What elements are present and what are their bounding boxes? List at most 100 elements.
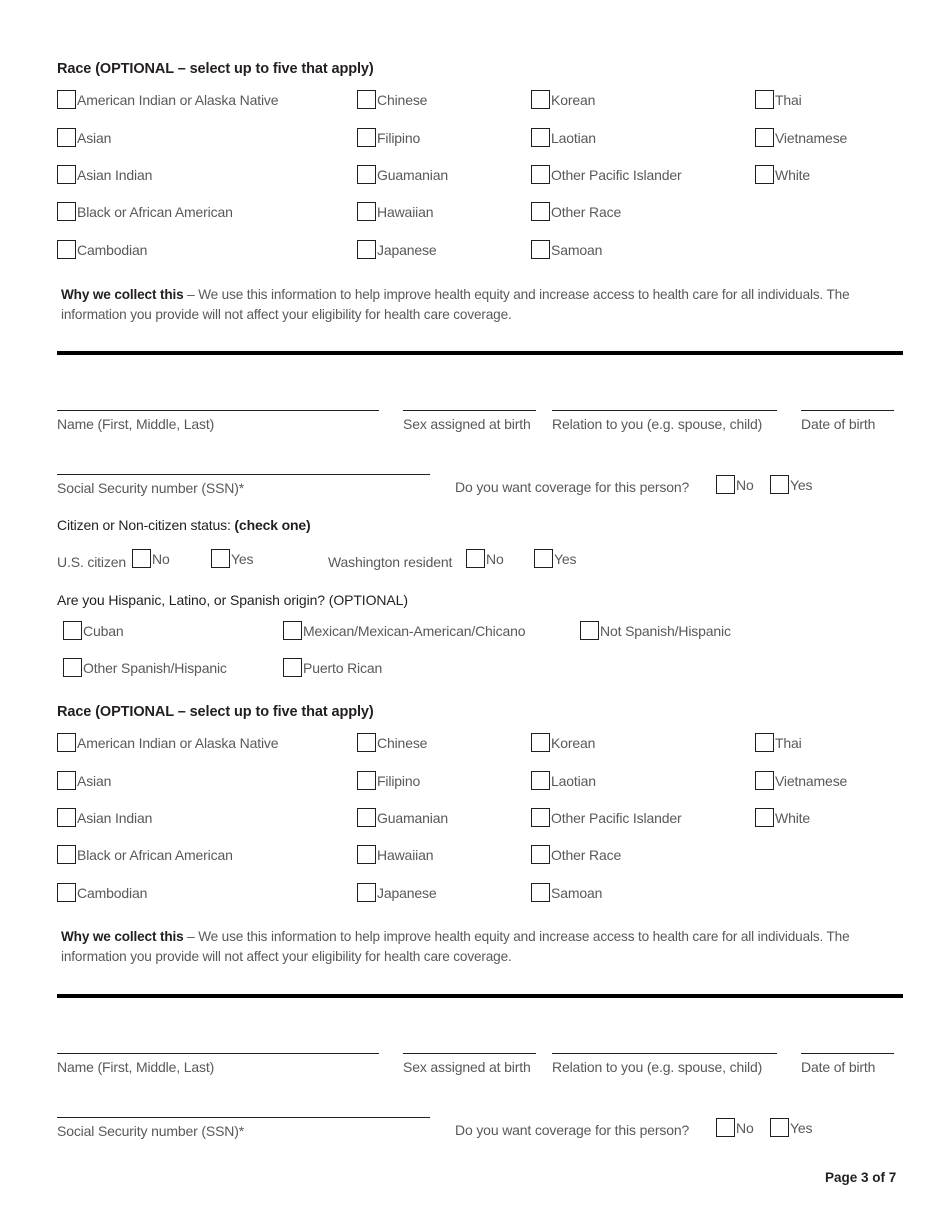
checkbox-icon[interactable]	[63, 658, 82, 677]
checkbox-icon[interactable]	[57, 202, 76, 221]
race2-option-asian-indian[interactable]: Asian Indian	[57, 808, 152, 827]
checkbox-icon[interactable]	[531, 845, 550, 864]
checkbox-icon[interactable]	[357, 90, 376, 109]
race2-option-filipino[interactable]: Filipino	[357, 771, 420, 790]
ssn-field-line-1[interactable]	[57, 474, 430, 476]
checkbox-icon[interactable]	[531, 808, 550, 827]
checkbox-icon[interactable]	[531, 733, 550, 752]
race-option-guamanian[interactable]: Guamanian	[357, 165, 448, 184]
checkbox-icon[interactable]	[716, 475, 735, 494]
checkbox-icon[interactable]	[531, 165, 550, 184]
checkbox-icon[interactable]	[531, 883, 550, 902]
checkbox-icon[interactable]	[57, 165, 76, 184]
checkbox-icon[interactable]	[531, 128, 550, 147]
race2-option-samoan[interactable]: Samoan	[531, 883, 602, 902]
checkbox-icon[interactable]	[466, 549, 485, 568]
checkbox-icon[interactable]	[57, 240, 76, 259]
checkbox-icon[interactable]	[580, 621, 599, 640]
checkbox-icon[interactable]	[57, 771, 76, 790]
checkbox-icon[interactable]	[357, 240, 376, 259]
checkbox-icon[interactable]	[770, 475, 789, 494]
race2-option-hawaiian[interactable]: Hawaiian	[357, 845, 434, 864]
race-option-chinese[interactable]: Chinese	[357, 90, 427, 109]
checkbox-icon[interactable]	[531, 90, 550, 109]
name-field-line-1[interactable]	[57, 410, 379, 412]
checkbox-icon[interactable]	[531, 202, 550, 221]
race-option-white[interactable]: White	[755, 165, 810, 184]
race2-option-thai[interactable]: Thai	[755, 733, 802, 752]
ssn-field-line-2[interactable]	[57, 1117, 430, 1119]
checkbox-icon[interactable]	[283, 621, 302, 640]
checkbox-icon[interactable]	[755, 771, 774, 790]
race2-option-asian[interactable]: Asian	[57, 771, 111, 790]
checkbox-icon[interactable]	[283, 658, 302, 677]
checkbox-icon[interactable]	[57, 845, 76, 864]
checkbox-icon[interactable]	[63, 621, 82, 640]
race-option-asian[interactable]: Asian	[57, 128, 111, 147]
checkbox-icon[interactable]	[755, 808, 774, 827]
washington-resident-option-no[interactable]: No	[466, 549, 504, 568]
hispanic-option-other-spanish-hispanic[interactable]: Other Spanish/Hispanic	[63, 658, 227, 677]
race-option-korean[interactable]: Korean	[531, 90, 595, 109]
checkbox-icon[interactable]	[755, 733, 774, 752]
hispanic-option-mexican-mexican-american-chicano[interactable]: Mexican/Mexican-American/Chicano	[283, 621, 526, 640]
race2-option-japanese[interactable]: Japanese	[357, 883, 437, 902]
hispanic-option-not-spanish-hispanic[interactable]: Not Spanish/Hispanic	[580, 621, 731, 640]
checkbox-icon[interactable]	[755, 165, 774, 184]
race2-option-american-indian-or-alaska-native[interactable]: American Indian or Alaska Native	[57, 733, 279, 752]
coverage-option-yes-1[interactable]: Yes	[770, 475, 813, 494]
checkbox-icon[interactable]	[357, 845, 376, 864]
us-citizen-option-yes[interactable]: Yes	[211, 549, 254, 568]
checkbox-icon[interactable]	[357, 808, 376, 827]
checkbox-icon[interactable]	[357, 128, 376, 147]
race-option-vietnamese[interactable]: Vietnamese	[755, 128, 847, 147]
dob-field-line-2[interactable]	[801, 1053, 894, 1055]
checkbox-icon[interactable]	[755, 128, 774, 147]
name-field-line-2[interactable]	[57, 1053, 379, 1055]
checkbox-icon[interactable]	[132, 549, 151, 568]
race-option-samoan[interactable]: Samoan	[531, 240, 602, 259]
race-option-black-or-african-american[interactable]: Black or African American	[57, 202, 233, 221]
coverage-option-no-2[interactable]: No	[716, 1118, 754, 1137]
race-option-other-race[interactable]: Other Race	[531, 202, 621, 221]
washington-resident-option-yes[interactable]: Yes	[534, 549, 577, 568]
checkbox-icon[interactable]	[357, 202, 376, 221]
checkbox-icon[interactable]	[57, 883, 76, 902]
checkbox-icon[interactable]	[357, 165, 376, 184]
race-option-cambodian[interactable]: Cambodian	[57, 240, 147, 259]
race-option-american-indian-or-alaska-native[interactable]: American Indian or Alaska Native	[57, 90, 279, 109]
sex-field-line-2[interactable]	[403, 1053, 536, 1055]
sex-field-line-1[interactable]	[403, 410, 536, 412]
checkbox-icon[interactable]	[57, 808, 76, 827]
race2-option-guamanian[interactable]: Guamanian	[357, 808, 448, 827]
relation-field-line-1[interactable]	[552, 410, 777, 412]
hispanic-option-puerto-rican[interactable]: Puerto Rican	[283, 658, 382, 677]
coverage-option-no-1[interactable]: No	[716, 475, 754, 494]
checkbox-icon[interactable]	[716, 1118, 735, 1137]
race2-option-vietnamese[interactable]: Vietnamese	[755, 771, 847, 790]
race-option-laotian[interactable]: Laotian	[531, 128, 596, 147]
race-option-asian-indian[interactable]: Asian Indian	[57, 165, 152, 184]
hispanic-option-cuban[interactable]: Cuban	[63, 621, 124, 640]
race-option-filipino[interactable]: Filipino	[357, 128, 420, 147]
race-option-other-pacific-islander[interactable]: Other Pacific Islander	[531, 165, 682, 184]
dob-field-line-1[interactable]	[801, 410, 894, 412]
race2-option-other-race[interactable]: Other Race	[531, 845, 621, 864]
race2-option-other-pacific-islander[interactable]: Other Pacific Islander	[531, 808, 682, 827]
checkbox-icon[interactable]	[57, 128, 76, 147]
checkbox-icon[interactable]	[531, 240, 550, 259]
checkbox-icon[interactable]	[57, 90, 76, 109]
race2-option-cambodian[interactable]: Cambodian	[57, 883, 147, 902]
race2-option-chinese[interactable]: Chinese	[357, 733, 427, 752]
checkbox-icon[interactable]	[755, 90, 774, 109]
checkbox-icon[interactable]	[57, 733, 76, 752]
race2-option-laotian[interactable]: Laotian	[531, 771, 596, 790]
checkbox-icon[interactable]	[211, 549, 230, 568]
checkbox-icon[interactable]	[534, 549, 553, 568]
race2-option-korean[interactable]: Korean	[531, 733, 595, 752]
relation-field-line-2[interactable]	[552, 1053, 777, 1055]
us-citizen-option-no[interactable]: No	[132, 549, 170, 568]
checkbox-icon[interactable]	[770, 1118, 789, 1137]
race-option-thai[interactable]: Thai	[755, 90, 802, 109]
checkbox-icon[interactable]	[357, 771, 376, 790]
